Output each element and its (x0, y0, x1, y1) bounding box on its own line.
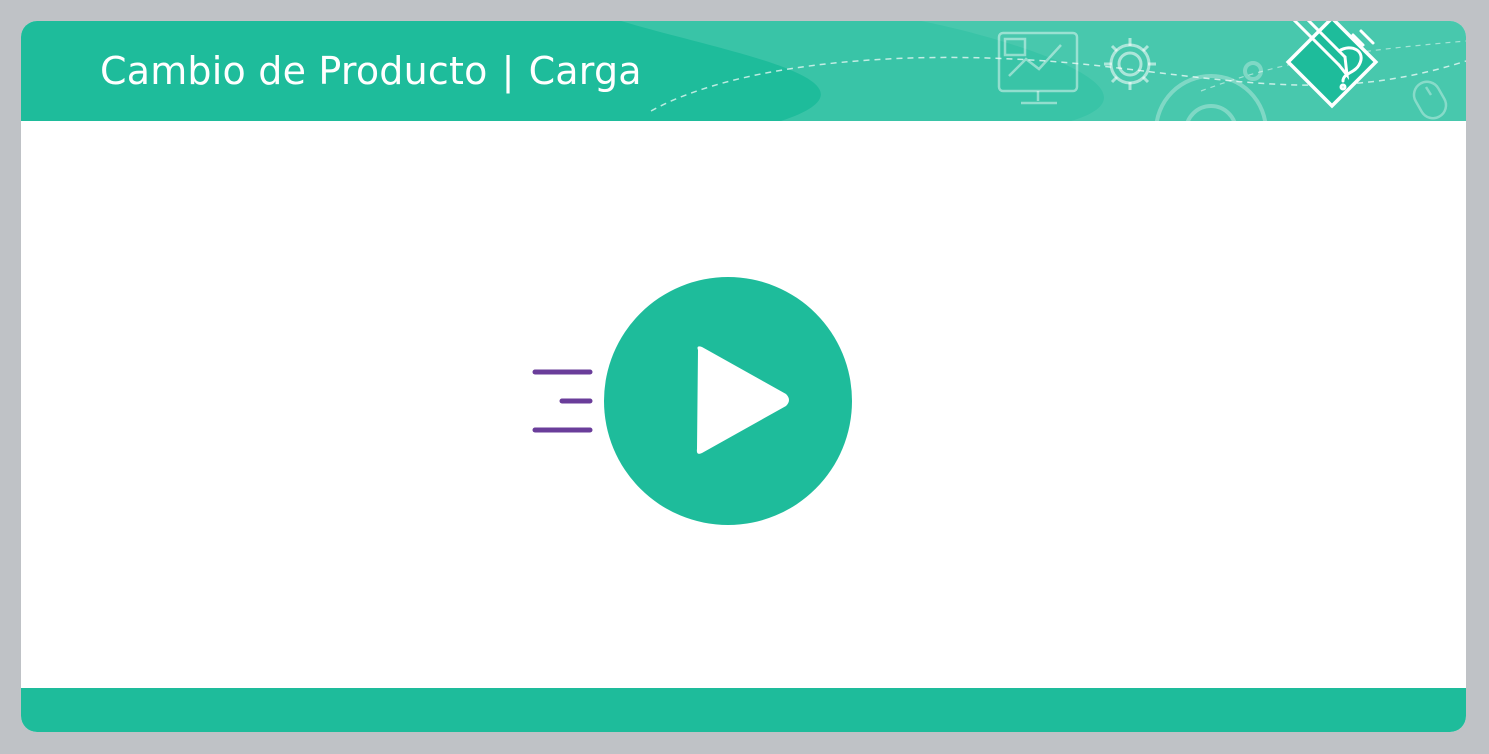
header-banner: Cambio de Producto | Carga (21, 21, 1466, 121)
page-title: Cambio de Producto | Carga (100, 48, 642, 94)
title-main: Cambio de Producto (100, 49, 488, 93)
play-button[interactable] (530, 276, 855, 530)
title-sub: Carga (528, 49, 642, 93)
play-graphic (532, 277, 852, 525)
slide-frame: Cambio de Producto | Carga (21, 21, 1466, 732)
title-separator: | (501, 49, 515, 93)
footer-bar (21, 688, 1466, 732)
motion-lines-icon (532, 369, 593, 433)
content-area (21, 121, 1466, 688)
